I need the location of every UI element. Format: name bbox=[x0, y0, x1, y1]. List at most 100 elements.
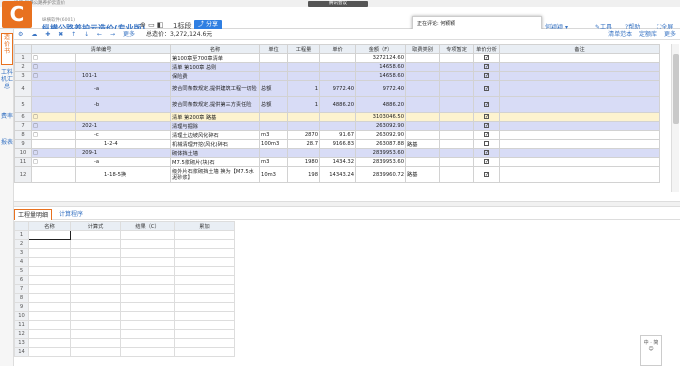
grid-header-analysis[interactable]: 单价分析 bbox=[473, 44, 501, 54]
table-row[interactable]: 8 □ -c 清理土边坡风化碎石 m3 2870 91.67 263092.90 ✓ bbox=[14, 130, 661, 140]
table-row[interactable]: 3 bbox=[14, 248, 235, 258]
item-quantity[interactable] bbox=[287, 148, 321, 158]
detail-cell[interactable] bbox=[70, 302, 121, 312]
item-fee-type[interactable] bbox=[405, 130, 441, 140]
table-row[interactable]: 5 -b 按合同条款规定,提供第三方责任险 总额 1 4886.20 4886.20 ✓ bbox=[14, 96, 661, 113]
table-row[interactable]: 4 -a 按合同条款规定,提供建筑工程一切险 总额 1 9772.40 9772.40 ✓ bbox=[14, 80, 661, 97]
item-amount[interactable]: 2839953.60 bbox=[355, 157, 407, 167]
analysis-checkbox[interactable]: ✓ bbox=[473, 112, 501, 122]
tree-toggle-icon[interactable] bbox=[31, 80, 76, 97]
analysis-checkbox[interactable]: ✓ bbox=[473, 130, 501, 140]
item-special[interactable] bbox=[439, 112, 475, 122]
item-price[interactable] bbox=[319, 53, 357, 63]
item-quantity[interactable]: 2870 bbox=[287, 130, 321, 140]
item-fee-type[interactable]: 路基 bbox=[405, 139, 441, 149]
grid-header-unit[interactable]: 单位 bbox=[259, 44, 289, 54]
item-unit[interactable]: 总额 bbox=[259, 96, 289, 113]
checkbox[interactable]: ✓ bbox=[484, 150, 489, 156]
item-name[interactable]: 清单 第100章 总则 bbox=[170, 62, 261, 72]
analysis-checkbox[interactable]: ✓ bbox=[473, 53, 501, 63]
add-icon[interactable]: ✚ bbox=[45, 31, 50, 38]
arrow-down-icon[interactable]: ↓ bbox=[84, 31, 89, 38]
item-name[interactable]: 第100章至700章清单 bbox=[170, 53, 261, 63]
item-price[interactable] bbox=[319, 112, 357, 122]
analysis-checkbox[interactable]: ✓ bbox=[473, 62, 501, 72]
row-number[interactable]: 5 bbox=[14, 96, 32, 113]
item-name[interactable]: 清理土边坡风化碎石 bbox=[170, 130, 261, 140]
table-row[interactable]: 12 bbox=[14, 329, 235, 339]
item-price[interactable]: 14343.24 bbox=[319, 166, 357, 183]
tree-toggle-icon[interactable]: □ bbox=[31, 148, 76, 158]
table-row[interactable]: 9 bbox=[14, 302, 235, 312]
tree-toggle-icon[interactable]: □ bbox=[31, 62, 76, 72]
checkbox[interactable]: ✓ bbox=[484, 55, 489, 61]
detail-header-name[interactable]: 名称 bbox=[28, 221, 71, 231]
bill-code[interactable]: -a bbox=[74, 157, 172, 167]
table-row[interactable]: 4 bbox=[14, 257, 235, 267]
item-name[interactable]: 清理与掘除 bbox=[170, 121, 261, 131]
item-price[interactable] bbox=[319, 148, 357, 158]
detail-cell[interactable] bbox=[120, 266, 175, 276]
tab-cost-book[interactable]: 造价书 bbox=[1, 33, 13, 65]
detail-cell[interactable] bbox=[120, 275, 175, 285]
more-link[interactable]: 更多 bbox=[664, 31, 676, 38]
detail-cell[interactable] bbox=[120, 311, 175, 321]
detail-cell[interactable] bbox=[28, 230, 71, 240]
item-special[interactable] bbox=[439, 157, 475, 167]
checkbox[interactable] bbox=[484, 140, 490, 146]
item-special[interactable] bbox=[439, 139, 475, 149]
table-row[interactable]: 1 bbox=[14, 230, 235, 240]
item-amount[interactable]: 3103046.50 bbox=[355, 112, 407, 122]
bill-code[interactable]: 209-1 bbox=[74, 148, 172, 158]
item-price[interactable]: 91.67 bbox=[319, 130, 357, 140]
detail-cell[interactable] bbox=[70, 347, 121, 357]
checkbox[interactable]: ✓ bbox=[484, 85, 489, 91]
item-note[interactable] bbox=[499, 157, 661, 167]
tab-calc-procedure[interactable]: 计算程序 bbox=[56, 209, 86, 220]
detail-cell[interactable] bbox=[70, 311, 121, 321]
analysis-checkbox[interactable]: ✓ bbox=[473, 166, 501, 183]
checkbox[interactable]: ✓ bbox=[484, 171, 489, 177]
item-note[interactable] bbox=[499, 80, 661, 97]
row-number[interactable]: 12 bbox=[14, 166, 32, 183]
grid-header-fee-type[interactable]: 取费类别 bbox=[405, 44, 441, 54]
item-fee-type[interactable] bbox=[405, 80, 441, 97]
detail-cell[interactable] bbox=[70, 329, 121, 339]
item-unit[interactable] bbox=[259, 71, 289, 81]
table-row[interactable]: 11 bbox=[14, 320, 235, 330]
item-fee-type[interactable] bbox=[405, 148, 441, 158]
item-quantity[interactable]: 28.7 bbox=[287, 139, 321, 149]
bill-code[interactable]: 1-18-5换 bbox=[74, 166, 172, 183]
tab-rates[interactable]: 费率 bbox=[1, 113, 13, 137]
grid-header-special[interactable]: 专项暂定 bbox=[439, 44, 475, 54]
scrollbar-thumb[interactable] bbox=[673, 54, 679, 124]
detail-cell[interactable] bbox=[174, 320, 235, 330]
analysis-checkbox[interactable]: ✓ bbox=[473, 148, 501, 158]
analysis-checkbox[interactable]: ✓ bbox=[473, 71, 501, 81]
item-name[interactable]: 按合同条款规定,提供第三方责任险 bbox=[170, 96, 261, 113]
bill-code[interactable]: -b bbox=[74, 96, 172, 113]
item-unit[interactable] bbox=[259, 112, 289, 122]
table-row[interactable]: 1 □ 第100章至700章清单 3272124.60 ✓ bbox=[14, 53, 661, 63]
detail-cell[interactable] bbox=[174, 230, 235, 240]
detail-cell[interactable] bbox=[120, 230, 175, 240]
detail-cell[interactable] bbox=[28, 311, 71, 321]
tree-toggle-icon[interactable]: □ bbox=[31, 130, 76, 140]
tree-toggle-icon[interactable]: □ bbox=[31, 157, 76, 167]
detail-cell[interactable] bbox=[28, 302, 71, 312]
tree-toggle-icon[interactable] bbox=[31, 96, 76, 113]
item-note[interactable] bbox=[499, 130, 661, 140]
item-special[interactable] bbox=[439, 166, 475, 183]
analysis-checkbox[interactable] bbox=[473, 139, 501, 149]
item-quantity[interactable] bbox=[287, 112, 321, 122]
table-row[interactable]: 12 1-18-5换 级外片石浆砌挡土墙 换为【M7.5水泥砂浆】 10m3 198 14… bbox=[14, 166, 661, 183]
item-unit[interactable]: 100m3 bbox=[259, 139, 289, 149]
item-fee-type[interactable] bbox=[405, 62, 441, 72]
detail-cell[interactable] bbox=[120, 239, 175, 249]
table-row[interactable]: 6 □ 清单 第200章 路基 3103046.50 ✓ bbox=[14, 112, 661, 122]
item-fee-type[interactable] bbox=[405, 71, 441, 81]
item-special[interactable] bbox=[439, 53, 475, 63]
tree-toggle-icon[interactable] bbox=[31, 139, 76, 149]
item-fee-type[interactable] bbox=[405, 157, 441, 167]
detail-cell[interactable] bbox=[28, 284, 71, 294]
